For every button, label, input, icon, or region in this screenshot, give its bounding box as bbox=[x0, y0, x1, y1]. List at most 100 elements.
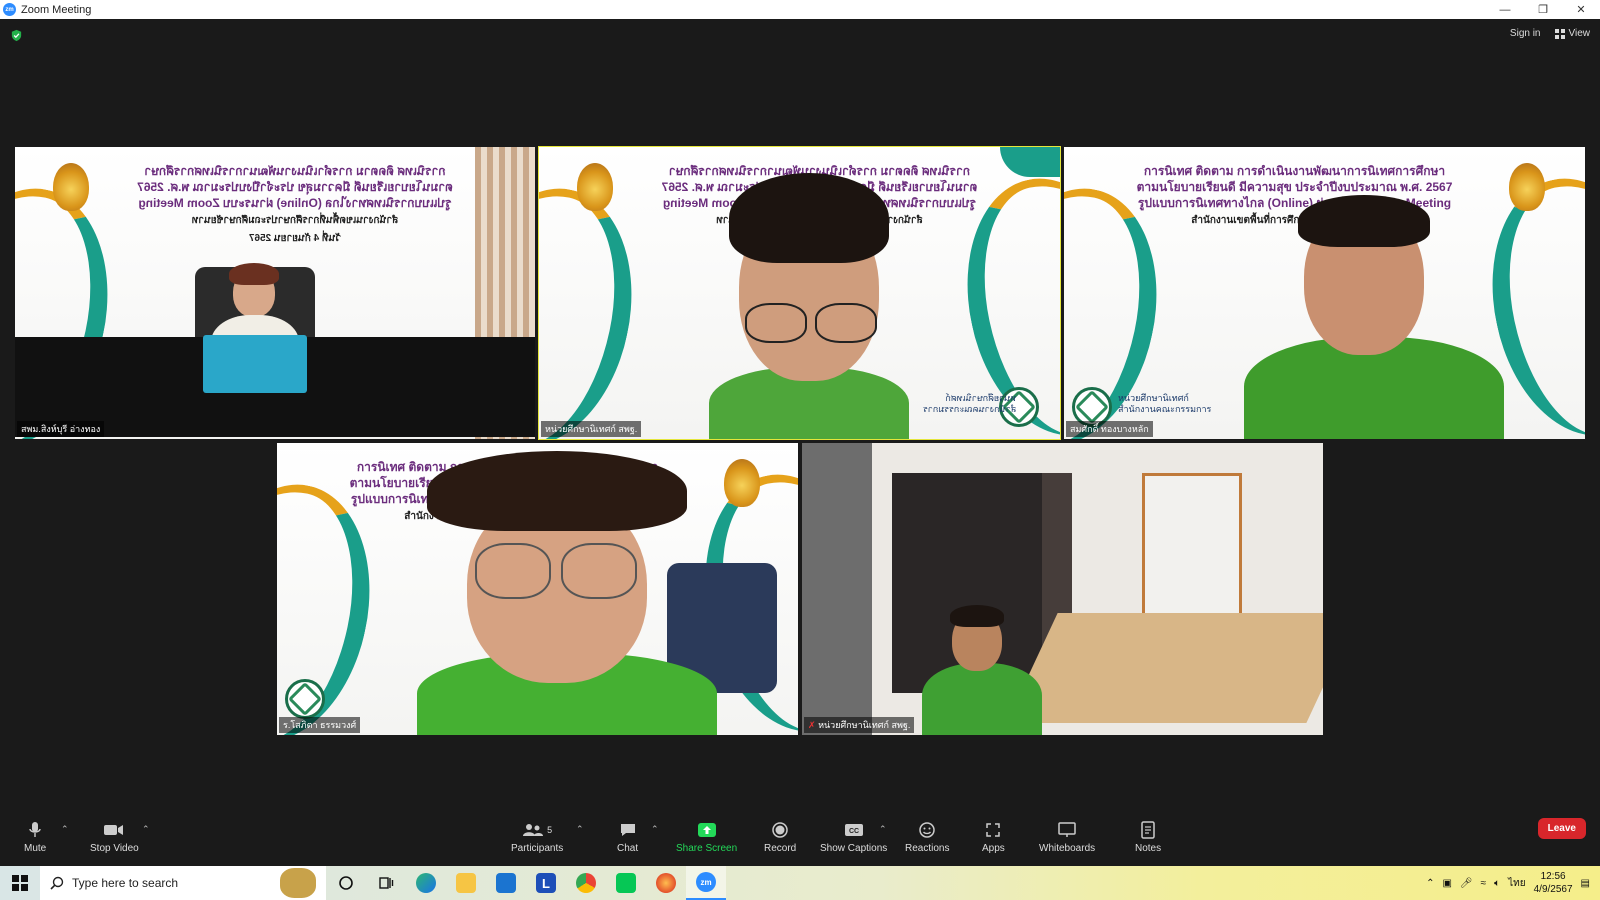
video-options-caret-icon[interactable]: ⌃ bbox=[142, 824, 150, 835]
meet-now-icon[interactable]: ▣ bbox=[1442, 878, 1451, 889]
input-language-indicator[interactable]: ไทย bbox=[1508, 876, 1525, 891]
record-icon bbox=[772, 822, 788, 838]
top-right-controls: Sign in View bbox=[1510, 28, 1590, 39]
muted-mic-icon: ✗ bbox=[808, 720, 816, 730]
network-wifi-icon[interactable]: ≈ bbox=[1481, 878, 1487, 889]
taskbar-clock[interactable]: 12:56 4/9/2567 bbox=[1534, 870, 1573, 896]
participant-glasses bbox=[815, 303, 877, 343]
video-tile-4[interactable]: การนิเทศ ติดตาม การดำเนินงานพัฒนาการนิเท… bbox=[277, 443, 798, 735]
mute-button[interactable]: Mute bbox=[24, 820, 46, 854]
microphone-in-use-icon[interactable]: 🎤︎ bbox=[1460, 878, 1473, 889]
file-explorer-icon bbox=[456, 873, 476, 893]
logo-caption-line-1: หน่วยศึกษานิเทศก์ bbox=[1118, 393, 1189, 403]
banner-line-4: สำนักงานเขตพื้นที่การศึกษาประถมศึกษาชัยน… bbox=[191, 215, 399, 226]
show-hidden-icons-caret-icon[interactable]: ⌃ bbox=[1426, 878, 1434, 889]
view-button[interactable]: View bbox=[1554, 28, 1591, 39]
stop-video-button[interactable]: Stop Video bbox=[90, 820, 139, 854]
firefox-icon bbox=[656, 873, 676, 893]
share-screen-icon bbox=[697, 823, 716, 837]
meeting-toolbar: Mute ⌃ Stop Video ⌃ 5 Participants ⌃ Cha… bbox=[0, 814, 1600, 866]
participant-name: หน่วยศึกษานิเทศก์ สพฐ. bbox=[541, 421, 642, 437]
zoom-app-icon: zm bbox=[3, 3, 16, 16]
video-tile-5[interactable]: ✗ หน่วยศึกษานิเทศก์ สพฐ. bbox=[802, 443, 1323, 735]
windows-start-button[interactable] bbox=[0, 866, 40, 900]
chrome-icon bbox=[576, 873, 596, 893]
microphone-icon bbox=[29, 822, 41, 837]
chat-button[interactable]: Chat bbox=[617, 820, 638, 854]
banner-line-1: การนิเทศ ติดตาม การดำเนินงานพัฒนาการนิเท… bbox=[144, 164, 446, 178]
windows-taskbar: Type here to search L zm ⌃ ▣ 🎤︎ ≈ 🔈︎ ไทย… bbox=[0, 866, 1600, 900]
notes-button[interactable]: Notes bbox=[1135, 820, 1161, 854]
line-messenger-icon bbox=[616, 873, 636, 893]
participant-glasses bbox=[745, 303, 807, 343]
search-icon bbox=[50, 876, 64, 890]
banner-line-4: สำนักงานเขตพื้นที่การศึกษาประถมศึกษาชัยน… bbox=[1191, 215, 1398, 226]
window-titlebar: zm Zoom Meeting — ❐ ✕ bbox=[0, 0, 1600, 19]
captions-options-caret-icon[interactable]: ⌃ bbox=[879, 824, 887, 835]
apps-icon bbox=[986, 823, 1001, 837]
logo-caption: หน่วยศึกษานิเทศก์ สำนักงานคณะกรรมการ bbox=[923, 393, 1016, 415]
l-app-icon: L bbox=[536, 873, 556, 893]
taskbar-chrome[interactable] bbox=[566, 866, 606, 900]
chat-options-caret-icon[interactable]: ⌃ bbox=[651, 824, 659, 835]
share-screen-button[interactable]: Share Screen bbox=[676, 820, 737, 854]
participants-button[interactable]: 5 Participants bbox=[511, 820, 563, 854]
task-view-button[interactable] bbox=[366, 866, 406, 900]
cortana-circle-icon bbox=[339, 876, 353, 890]
clock-date: 4/9/2567 bbox=[1533, 884, 1573, 895]
encryption-shield-icon[interactable] bbox=[10, 29, 23, 42]
windows-logo-icon bbox=[12, 875, 28, 891]
logo-caption-line-2: สำนักงานคณะกรรมการ bbox=[923, 404, 1017, 414]
participants-options-caret-icon[interactable]: ⌃ bbox=[576, 824, 584, 835]
room-door bbox=[1142, 473, 1242, 633]
minimize-button[interactable]: — bbox=[1486, 0, 1524, 19]
chat-icon bbox=[620, 824, 635, 836]
participant-hair bbox=[729, 173, 889, 263]
grid-icon bbox=[1554, 28, 1565, 39]
taskbar-mail[interactable] bbox=[486, 866, 526, 900]
taskbar-line[interactable] bbox=[606, 866, 646, 900]
taskbar-app-l[interactable]: L bbox=[526, 866, 566, 900]
taskbar-file-explorer[interactable] bbox=[446, 866, 486, 900]
participants-count: 5 bbox=[547, 825, 553, 835]
audio-options-caret-icon[interactable]: ⌃ bbox=[61, 824, 69, 835]
reactions-button[interactable]: Reactions bbox=[905, 820, 949, 854]
participant-hair bbox=[950, 605, 1004, 627]
video-tile-1[interactable]: การนิเทศ ติดตาม การดำเนินงานพัฒนาการนิเท… bbox=[15, 147, 535, 439]
restore-button[interactable]: ❐ bbox=[1524, 0, 1562, 19]
meeting-area: Sign in View การนิเทศ ติดตาม การดำเนินงา… bbox=[0, 19, 1600, 814]
participant-hair bbox=[1298, 195, 1430, 247]
taskbar-zoom[interactable]: zm bbox=[686, 866, 726, 900]
stop-video-label: Stop Video bbox=[90, 843, 139, 854]
leave-button[interactable]: Leave bbox=[1537, 818, 1586, 839]
closed-captions-icon: CC bbox=[844, 824, 863, 836]
banner-line-3: รูปแบบการนิเทศทางไกล (Online) ผ่านระบบ Z… bbox=[138, 196, 452, 210]
record-button[interactable]: Record bbox=[764, 820, 796, 854]
taskbar-edge[interactable] bbox=[406, 866, 446, 900]
show-captions-button[interactable]: CC Show Captions bbox=[820, 820, 887, 854]
cortana-button[interactable] bbox=[326, 866, 366, 900]
participant-name: สพม.สิงห์บุรี อ่างทอง bbox=[17, 421, 105, 437]
whiteboard-icon bbox=[1058, 822, 1076, 837]
room-door bbox=[802, 443, 872, 735]
video-tile-2-active-speaker[interactable]: การนิเทศ ติดตาม การดำเนินงานพัฒนาการนิเท… bbox=[538, 146, 1061, 440]
close-button[interactable]: ✕ bbox=[1562, 0, 1600, 19]
participant-name-text: หน่วยศึกษานิเทศก์ สพฐ. bbox=[818, 720, 911, 730]
mirrored-banner-text: การนิเทศ ติดตาม การดำเนินงานพัฒนาการนิเท… bbox=[55, 163, 535, 247]
video-tile-3[interactable]: การนิเทศ ติดตาม การดำเนินงานพัฒนาการนิเท… bbox=[1064, 147, 1585, 439]
whiteboards-button[interactable]: Whiteboards bbox=[1039, 820, 1095, 854]
sign-in-button[interactable]: Sign in bbox=[1510, 28, 1541, 39]
whiteboards-label: Whiteboards bbox=[1039, 843, 1096, 854]
taskbar-firefox[interactable] bbox=[646, 866, 686, 900]
participant-hair bbox=[427, 451, 687, 531]
volume-speaker-icon[interactable]: 🔈︎ bbox=[1494, 878, 1500, 889]
laptop bbox=[203, 335, 307, 393]
reactions-label: Reactions bbox=[905, 843, 950, 854]
show-captions-label: Show Captions bbox=[820, 843, 888, 854]
notification-center-icon[interactable]: ▤ bbox=[1581, 878, 1590, 889]
participant-shirt bbox=[922, 663, 1042, 735]
reactions-smiley-icon bbox=[919, 822, 935, 838]
taskbar-search-box[interactable]: Type here to search bbox=[40, 866, 326, 900]
view-label: View bbox=[1568, 28, 1591, 39]
apps-button[interactable]: Apps bbox=[982, 820, 1005, 854]
